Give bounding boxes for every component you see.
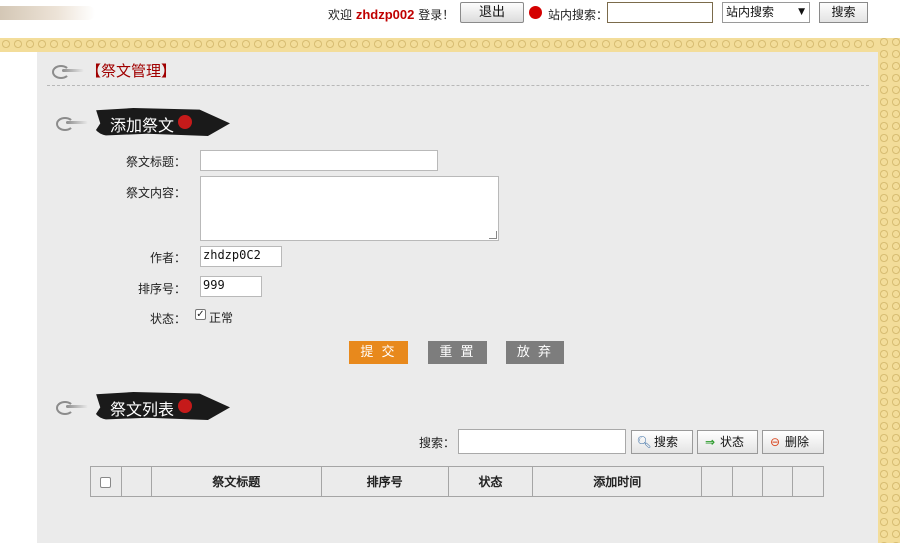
content-textarea[interactable] xyxy=(200,176,499,241)
red-seal-icon xyxy=(178,115,192,129)
site-search-input[interactable] xyxy=(607,2,713,23)
title-field-label: 祭文标题： xyxy=(125,155,186,169)
add-section-banner: 添加祭文 xyxy=(92,108,230,136)
order-input[interactable]: 999 xyxy=(200,276,262,297)
status-checkbox[interactable]: ✓ xyxy=(195,309,206,320)
column-header-status[interactable]: 状态 xyxy=(447,466,534,497)
list-search-input[interactable] xyxy=(458,429,626,454)
table-header-row: 祭文标题 排序号 状态 添加时间 xyxy=(90,466,824,497)
index-column-header xyxy=(120,466,152,497)
cloud-icon xyxy=(48,61,84,79)
cloud-icon xyxy=(52,113,88,131)
order-field-label: 排序号： xyxy=(137,282,186,296)
title-input[interactable] xyxy=(200,150,438,171)
content-field-label: 祭文内容： xyxy=(125,186,186,200)
site-search-button[interactable]: 搜索 xyxy=(819,2,868,23)
title-divider xyxy=(47,85,869,86)
welcome-prefix: 欢迎 xyxy=(328,8,353,22)
cancel-button[interactable]: 放 弃 xyxy=(506,341,564,364)
welcome-suffix: 登录！ xyxy=(418,8,455,22)
delete-button[interactable]: ⊖ 删除 xyxy=(762,430,824,454)
resize-grip-icon[interactable] xyxy=(489,231,497,239)
status-toggle-button[interactable]: ⇒ 状态 xyxy=(697,430,758,454)
username: zhdzp002 xyxy=(355,7,415,22)
red-dot-icon xyxy=(529,6,542,19)
add-section-title: 添加祭文 xyxy=(110,116,175,135)
column-header-added-time[interactable]: 添加时间 xyxy=(532,466,703,497)
site-search-label: 站内搜索： xyxy=(548,8,609,22)
column-header-order[interactable]: 排序号 xyxy=(320,466,449,497)
search-scope-select[interactable]: 站内搜索 ▼ xyxy=(722,2,810,23)
list-section-banner: 祭文列表 xyxy=(92,392,230,420)
welcome-message: 欢迎 zhdzp002 登录！ xyxy=(328,6,454,23)
page-title: 【祭文管理】 xyxy=(86,62,177,80)
author-field-label: 作者： xyxy=(149,251,186,265)
articles-table: 祭文标题 排序号 状态 添加时间 xyxy=(90,466,824,497)
status-checkbox-label: 正常 xyxy=(209,311,234,325)
action-column-header xyxy=(732,466,764,497)
dropdown-arrow-icon: ▼ xyxy=(798,7,805,17)
author-input[interactable]: zhdzp0C2 xyxy=(200,246,282,267)
search-scope-value: 站内搜索 xyxy=(726,5,775,19)
minus-circle-icon: ⊖ xyxy=(769,435,781,449)
submit-button[interactable]: 提 交 xyxy=(349,341,408,364)
action-column-header xyxy=(701,466,734,497)
cloud-icon xyxy=(52,397,88,415)
select-all-cell xyxy=(90,466,122,497)
column-header-title[interactable]: 祭文标题 xyxy=(150,466,322,497)
reset-button[interactable]: 重 置 xyxy=(428,341,487,364)
list-search-label: 搜索： xyxy=(419,436,456,450)
select-all-checkbox[interactable] xyxy=(100,476,112,488)
decorative-border-top xyxy=(0,38,900,52)
red-seal-icon xyxy=(178,399,192,413)
green-arrow-icon: ⇒ xyxy=(704,435,716,449)
decorative-border-right xyxy=(878,0,900,543)
action-column-header xyxy=(762,466,793,497)
logout-button[interactable]: 退出 xyxy=(460,2,524,23)
brush-swoosh-decoration xyxy=(0,6,95,20)
magnifier-icon: 🔍︎ xyxy=(636,435,652,449)
list-search-button[interactable]: 🔍︎ 搜索 xyxy=(631,430,693,454)
top-bar: 欢迎 zhdzp002 登录！ 退出 站内搜索： 站内搜索 ▼ 搜索 xyxy=(0,0,900,38)
action-column-header xyxy=(792,466,824,497)
list-section-title: 祭文列表 xyxy=(110,400,175,419)
status-field-label: 状态： xyxy=(149,312,186,326)
